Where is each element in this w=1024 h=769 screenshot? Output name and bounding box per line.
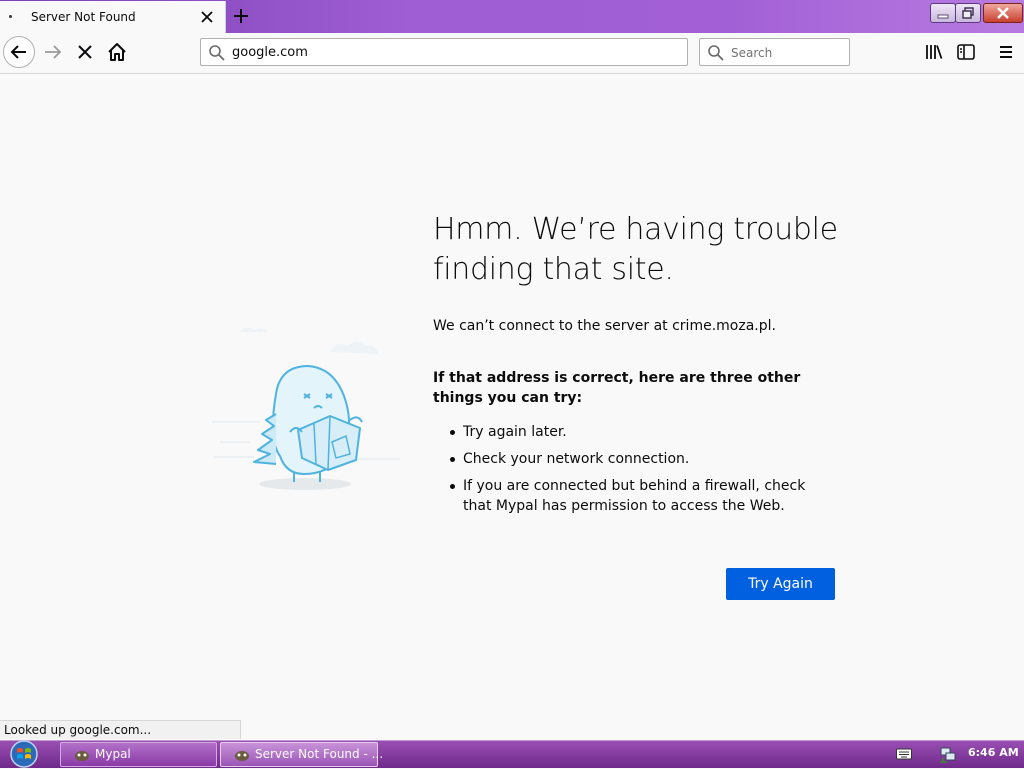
search-icon bbox=[209, 45, 225, 61]
keyboard-tray-icon[interactable] bbox=[896, 748, 912, 760]
tab-close-icon[interactable] bbox=[197, 7, 217, 27]
suggestions-list: Try again later. Check your network conn… bbox=[433, 422, 833, 523]
url-bar[interactable]: google.com bbox=[200, 38, 688, 66]
taskbar-button-mypal[interactable]: Mypal bbox=[60, 742, 217, 767]
taskbar-button-server-not-found[interactable]: Server Not Found - ... bbox=[220, 742, 383, 767]
window-minimize-button[interactable] bbox=[930, 3, 956, 23]
tab-title: Server Not Found bbox=[31, 10, 136, 24]
window-restore-button[interactable] bbox=[955, 3, 981, 23]
status-panel: Looked up google.com... bbox=[0, 720, 241, 739]
error-title: Hmm. We’re having trouble finding that s… bbox=[433, 212, 838, 287]
search-placeholder: Search bbox=[731, 46, 773, 60]
tab-strip: Server Not Found bbox=[0, 0, 1024, 33]
try-again-button[interactable]: Try Again bbox=[726, 568, 835, 600]
suggestions-heading: If that address is correct, here are thr… bbox=[433, 370, 801, 406]
mypal-icon bbox=[75, 751, 89, 761]
taskbar-clock: 6:46 AM bbox=[968, 746, 1019, 759]
navigation-toolbar: google.com Search bbox=[0, 33, 1024, 74]
forward-arrow-icon[interactable] bbox=[42, 41, 64, 63]
taskbar: Mypal Server Not Found - ... 6:46 AM bbox=[0, 740, 1024, 768]
minimize-icon bbox=[937, 14, 949, 19]
hamburger-menu-icon[interactable] bbox=[996, 42, 1016, 62]
error-description: We can’t connect to the server at crime.… bbox=[433, 318, 776, 334]
error-page: Hmm. We’re having trouble finding that s… bbox=[0, 74, 1024, 740]
dinosaur-illustration-icon bbox=[212, 327, 400, 490]
home-icon[interactable] bbox=[106, 41, 128, 63]
window-close-button[interactable] bbox=[983, 3, 1023, 23]
back-arrow-icon bbox=[10, 45, 26, 59]
sidebar-toggle-icon[interactable] bbox=[956, 42, 976, 62]
restore-icon bbox=[962, 7, 974, 19]
windows-start-orb-icon[interactable] bbox=[4, 739, 44, 769]
close-x-icon bbox=[997, 7, 1009, 19]
taskbar-label: Mypal bbox=[95, 747, 131, 761]
suggestion-item: If you are connected but behind a firewa… bbox=[433, 476, 833, 516]
stop-loading-icon[interactable] bbox=[74, 41, 96, 63]
suggestion-item: Check your network connection. bbox=[433, 449, 833, 469]
library-icon[interactable] bbox=[924, 42, 944, 62]
search-bar[interactable]: Search bbox=[699, 38, 850, 66]
network-tray-icon[interactable] bbox=[939, 746, 957, 763]
back-button[interactable] bbox=[3, 36, 35, 68]
new-tab-plus-icon[interactable] bbox=[229, 4, 253, 28]
tab-loading-dot-icon bbox=[9, 15, 12, 18]
search-icon bbox=[708, 45, 724, 61]
suggestion-item: Try again later. bbox=[433, 422, 833, 442]
taskbar-label: Server Not Found - ... bbox=[255, 747, 384, 761]
mypal-icon bbox=[235, 751, 249, 761]
tab-server-not-found[interactable]: Server Not Found bbox=[0, 1, 226, 33]
url-text: google.com bbox=[232, 45, 308, 60]
